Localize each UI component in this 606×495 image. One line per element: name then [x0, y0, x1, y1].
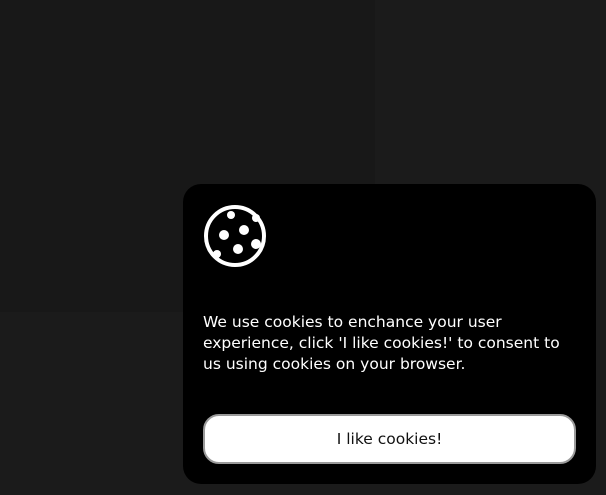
page-background: We use cookies to enchance your user exp… — [0, 0, 606, 495]
accept-cookies-button[interactable]: I like cookies! — [203, 414, 576, 464]
cookie-consent-banner: We use cookies to enchance your user exp… — [183, 184, 596, 484]
cookie-message: We use cookies to enchance your user exp… — [203, 313, 560, 373]
cookie-icon — [204, 205, 266, 267]
